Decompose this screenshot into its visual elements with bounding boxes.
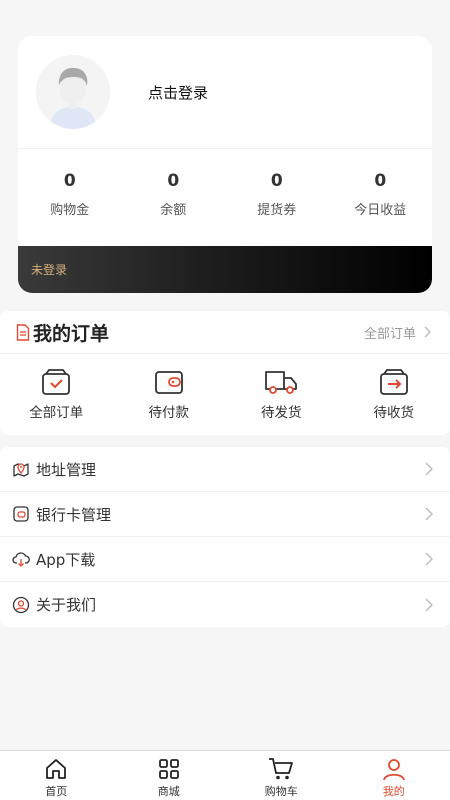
orders-status-row: 全部订单 待付款 待发货 待收货 [0,354,450,434]
tab-label: 首页 [45,785,68,798]
tab-label: 我的 [382,785,405,798]
stat-label: 余额 [160,203,187,218]
bottom-tab-bar: 首页 商城 购物车 我的 [0,750,450,800]
stat-value: 0 [374,171,387,191]
menu-item-bank-card[interactable]: 银行卡管理 [0,492,450,537]
order-all[interactable]: 全部订单 [0,368,113,434]
stat-value: 0 [167,171,180,191]
menu-item-app-download[interactable]: App下载 [0,537,450,582]
order-label: 全部订单 [29,405,84,421]
user-circle-icon [12,596,30,613]
menu-label: 关于我们 [36,596,97,614]
chevron-right-icon [425,462,433,476]
tab-mine[interactable]: 我的 [338,751,450,800]
profile-card: 点击登录 0 购物金 0 余额 0 提货券 0 今日收益 未登录 [18,36,432,293]
order-pending-receipt[interactable]: 待收货 [338,368,450,434]
menu-item-about-us[interactable]: 关于我们 [0,582,450,627]
stat-value: 0 [63,171,76,191]
stat-balance[interactable]: 0 余额 [122,171,226,245]
orders-card: 我的订单 全部订单 全部订单 待付款 待发货 待收货 [0,311,450,435]
wallet-icon [154,371,183,394]
chevron-right-icon [425,552,433,566]
menu-item-left: 地址管理 [12,459,96,480]
cart-icon [269,758,294,780]
tab-label: 购物车 [264,785,298,798]
menu-item-left: App下载 [12,549,95,570]
stat-label: 今日收益 [354,203,407,218]
card-icon [13,506,29,522]
order-label: 待付款 [148,405,190,421]
member-status-bar[interactable]: 未登录 [18,246,432,293]
grid-icon [158,759,179,779]
menu-item-left: 银行卡管理 [12,504,111,525]
orders-header: 我的订单 全部订单 [0,311,450,354]
view-all-orders-label: 全部订单 [363,326,416,342]
stat-value: 0 [270,171,283,191]
tab-cart[interactable]: 购物车 [225,751,338,800]
stats-row: 0 购物金 0 余额 0 提货券 0 今日收益 [18,149,432,245]
document-icon [16,323,30,341]
default-avatar-icon [36,55,110,129]
member-status-text: 未登录 [31,263,68,277]
orders-title-wrap: 我的订单 [16,319,109,346]
menu-label: 地址管理 [36,460,97,479]
menu-list: 地址管理 银行卡管理 App下载 关于我们 [0,447,450,627]
order-label: 待发货 [261,405,302,421]
chevron-right-icon [425,598,433,611]
tab-mall[interactable]: 商城 [113,751,226,800]
profile-header[interactable]: 点击登录 [18,36,432,149]
box-arrow-icon [379,369,408,395]
order-pending-shipment[interactable]: 待发货 [225,368,338,434]
menu-item-left: 关于我们 [12,594,96,615]
cloud-download-icon [12,552,30,567]
view-all-orders-link[interactable]: 全部订单 [364,323,434,342]
stat-today-earnings[interactable]: 0 今日收益 [329,171,433,245]
box-check-icon [42,369,71,395]
stat-shopping-gold[interactable]: 0 购物金 [18,171,122,245]
login-prompt[interactable]: 点击登录 [148,82,208,103]
stat-voucher[interactable]: 0 提货券 [225,171,329,245]
menu-item-address[interactable]: 地址管理 [0,447,450,492]
menu-label: 银行卡管理 [36,505,112,524]
menu-label: App下载 [36,550,96,569]
order-label: 待收货 [373,405,415,421]
user-icon [382,759,405,781]
tab-label: 商城 [157,785,180,798]
tab-home[interactable]: 首页 [0,751,113,800]
avatar[interactable] [36,55,110,129]
home-icon [46,759,67,779]
map-pin-icon [13,463,29,477]
stat-label: 提货券 [257,203,297,218]
order-pending-payment[interactable]: 待付款 [113,368,226,434]
orders-title: 我的订单 [33,322,110,345]
truck-icon [265,371,298,394]
stat-label: 购物金 [50,203,90,218]
chevron-right-icon [425,507,433,521]
chevron-right-icon [424,326,431,338]
